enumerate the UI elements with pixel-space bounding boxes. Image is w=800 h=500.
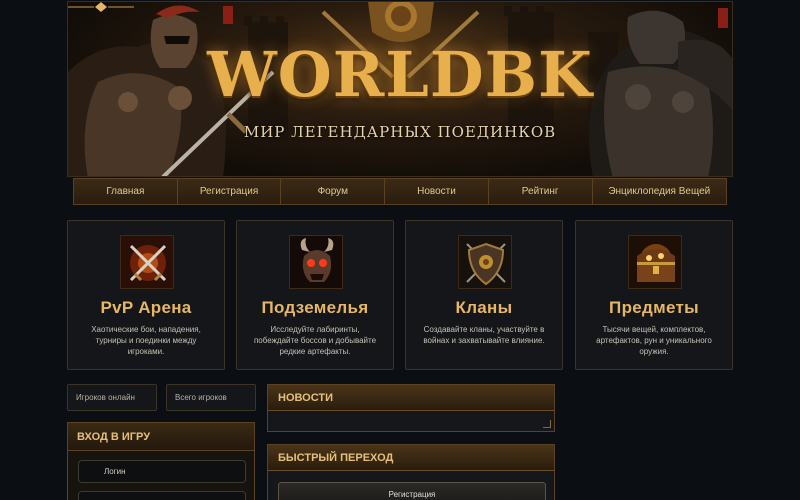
feature-title: Кланы [455, 298, 513, 317]
feature-card-clans[interactable]: Кланы Создавайте кланы, участвуйте в вой… [405, 220, 563, 370]
nav-item-forum[interactable]: Форум [281, 179, 386, 204]
feature-description: Тысячи вещей, комплектов, артефактов, ру… [596, 325, 712, 356]
hero-banner: WORLDBK МИР ЛЕГЕНДАРНЫХ ПОЕДИНКОВ [67, 1, 733, 177]
nav-item-registration[interactable]: Регистрация [178, 179, 282, 204]
nav-item-encyclopedia[interactable]: Энциклопедия Вещей [593, 179, 727, 204]
login-panel: ВХОД В ИГРУ Логин [67, 422, 255, 500]
players-total-stat: Всего игроков [166, 384, 256, 411]
feature-description: Создавайте кланы, участвуйте в войнах и … [423, 325, 545, 345]
treasure-chest-icon [628, 235, 682, 289]
quick-nav-panel: БЫСТРЫЙ ПЕРЕХОД Регистрация [267, 444, 555, 500]
nav-item-rating[interactable]: Рейтинг [489, 179, 593, 204]
site-tagline: МИР ЛЕГЕНДАРНЫХ ПОЕДИНКОВ [243, 123, 557, 141]
feature-card-dungeons[interactable]: Подземелья Исследуйте лабиринты, побежда… [236, 220, 394, 370]
quick-nav-title: БЫСТРЫЙ ПЕРЕХОД [268, 445, 554, 471]
password-input[interactable] [78, 491, 246, 500]
shield-icon [458, 235, 512, 289]
crossed-swords-icon [120, 235, 174, 289]
login-title: ВХОД В ИГРУ [68, 423, 254, 451]
page: WORLDBK МИР ЛЕГЕНДАРНЫХ ПОЕДИНКОВ Главна… [0, 0, 800, 500]
feature-description: Исследуйте лабиринты, побеждайте боссов … [253, 325, 377, 356]
login-input[interactable]: Логин [78, 460, 246, 483]
news-title: НОВОСТИ [268, 385, 554, 411]
panel-corner-ornament [543, 420, 551, 428]
ornament-divider [68, 2, 134, 12]
quick-registration-button[interactable]: Регистрация [278, 482, 546, 500]
site-logo[interactable]: WORLDBK [68, 38, 732, 111]
feature-card-pvp[interactable]: PvP Арена Хаотические бои, нападения, ту… [67, 220, 225, 370]
feature-title: PvP Арена [100, 298, 192, 317]
main-nav: Главная Регистрация Форум Новости Рейтин… [73, 178, 727, 205]
feature-description: Хаотические бои, нападения, турниры и по… [91, 325, 201, 356]
players-online-stat: Игроков онлайн [67, 384, 157, 411]
feature-title: Предметы [609, 298, 699, 317]
feature-title: Подземелья [261, 298, 369, 317]
nav-item-news[interactable]: Новости [385, 179, 489, 204]
nav-item-home[interactable]: Главная [74, 179, 178, 204]
news-panel: НОВОСТИ [267, 384, 555, 432]
demon-skull-icon [289, 235, 343, 289]
feature-card-items[interactable]: Предметы Тысячи вещей, комплектов, артеф… [575, 220, 733, 370]
